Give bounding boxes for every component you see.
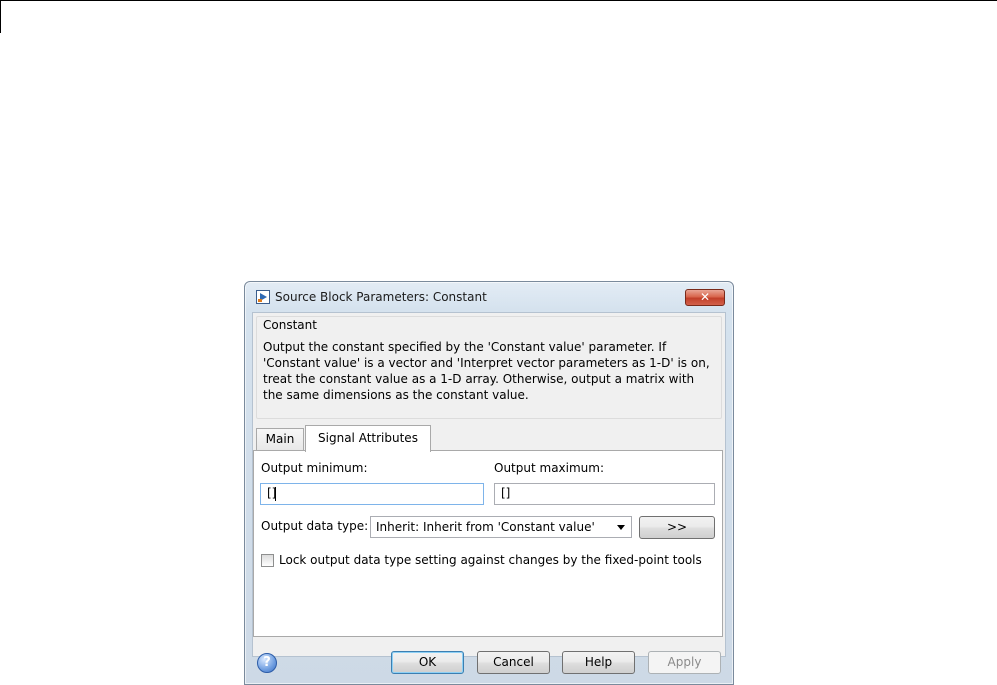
page-top-border <box>0 0 997 1</box>
window-title: Source Block Parameters: Constant <box>275 290 487 304</box>
output-minimum-field[interactable]: [] <box>260 483 484 505</box>
output-maximum-field[interactable]: [] <box>494 483 715 505</box>
close-button[interactable]: ✕ <box>685 289 725 306</box>
output-minimum-label: Output minimum: <box>261 461 368 475</box>
output-data-type-value: Inherit: Inherit from 'Constant value' <box>376 520 595 534</box>
dialog-client-area: Constant Output the constant specified b… <box>252 312 726 657</box>
page-left-border <box>0 0 1 33</box>
chevron-down-icon <box>617 525 625 530</box>
lock-data-type-checkbox[interactable] <box>261 554 274 567</box>
data-type-assistant-button[interactable]: >> <box>639 516 715 539</box>
output-data-type-select[interactable]: Inherit: Inherit from 'Constant value' <box>370 516 632 538</box>
description-title: Constant <box>263 318 317 332</box>
simulink-block-icon <box>256 290 270 304</box>
cancel-button[interactable]: Cancel <box>477 651 550 674</box>
block-parameters-dialog: Source Block Parameters: Constant ✕ Cons… <box>244 281 734 685</box>
help-button[interactable]: Help <box>562 651 635 674</box>
help-icon[interactable]: ? <box>257 653 277 673</box>
apply-button[interactable]: Apply <box>648 651 721 674</box>
tab-main[interactable]: Main <box>256 428 304 450</box>
output-data-type-label: Output data type: <box>261 519 369 533</box>
text-caret <box>275 487 276 501</box>
description-group: Constant Output the constant specified b… <box>256 316 722 419</box>
lock-data-type-label: Lock output data type setting against ch… <box>279 553 702 567</box>
close-icon: ✕ <box>699 290 711 304</box>
title-bar[interactable]: Source Block Parameters: Constant ✕ <box>245 282 733 312</box>
ok-button[interactable]: OK <box>391 651 464 674</box>
description-text: Output the constant specified by the 'Co… <box>263 340 710 402</box>
output-maximum-label: Output maximum: <box>494 461 605 475</box>
signal-attributes-panel: Output minimum: [] Output maximum: [] Ou… <box>253 450 723 637</box>
output-maximum-value: [] <box>501 486 511 500</box>
tab-signal-attributes[interactable]: Signal Attributes <box>305 425 431 452</box>
